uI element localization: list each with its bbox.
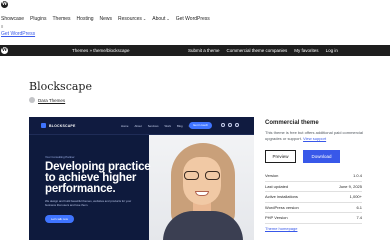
- meta-label: Version: [265, 173, 279, 179]
- theme-sidebar: Commercial theme This theme is free but …: [265, 120, 365, 141]
- themes-bar-links: Submit a theme Commercial theme companie…: [188, 48, 338, 53]
- meta-label: Active installations: [265, 194, 298, 200]
- download-button[interactable]: Download: [303, 150, 340, 163]
- submit-theme-link[interactable]: Submit a theme: [188, 48, 220, 53]
- nav-item-get-wordpress[interactable]: Get WordPress: [176, 16, 210, 22]
- meta-row-wordpress-version: WordPress version 6.1: [265, 203, 362, 213]
- chevron-down-icon: ⌄: [166, 16, 170, 21]
- menu-icon[interactable]: ≡: [1, 25, 6, 29]
- preview-menu: Home About Services Work Blog Contact: [121, 124, 198, 128]
- preview-menu-item: Blog: [177, 124, 183, 128]
- meta-value: 6.1: [356, 204, 362, 210]
- preview-button[interactable]: Preview: [265, 150, 296, 163]
- breadcrumb[interactable]: Themes » theme/blockscape: [72, 48, 130, 53]
- preview-tagline: Your Consulting Partner: [45, 155, 75, 159]
- preview-brand-text: BLOCKSCAPE: [49, 123, 76, 128]
- preview-cta-button: Let's talk now: [45, 215, 74, 223]
- wordpress-logo-icon[interactable]: W: [1, 1, 8, 8]
- preview-top-button: Get in touch: [189, 122, 213, 129]
- nav-item-resources[interactable]: Resources⌄: [118, 16, 146, 22]
- meta-row-php-version: PHP Version 7.4: [265, 213, 362, 224]
- meta-label: PHP Version: [265, 215, 288, 221]
- wordpress-logo-letter: W: [1, 1, 8, 7]
- chevron-down-icon: ⌄: [142, 16, 147, 21]
- meta-value: 1,000+: [349, 194, 362, 200]
- page-title: Blockscape: [29, 80, 92, 93]
- preview-social-icons: [221, 123, 239, 127]
- preview-menu-item: Home: [121, 124, 129, 128]
- preview-brand: BLOCKSCAPE: [41, 123, 76, 128]
- main-nav: Showcase Plugins Themes Hosting News Res…: [1, 16, 210, 22]
- nav-label: News: [99, 16, 113, 22]
- theme-meta: Version 1.0.4 Last updated June 9, 2025 Ac…: [265, 171, 362, 224]
- preview-subtext: We design and build beautiful themes, we…: [45, 199, 132, 207]
- preview-header: BLOCKSCAPE Home About Services Work Blog…: [29, 117, 254, 135]
- nav-item-hosting[interactable]: Hosting: [77, 16, 94, 22]
- nav-item-themes[interactable]: Themes: [52, 16, 70, 22]
- author-row: Dara Themes: [29, 97, 65, 103]
- nav-item-showcase[interactable]: Showcase: [1, 16, 24, 22]
- nav-label: Resources: [118, 16, 142, 22]
- nav-label: Hosting: [76, 16, 94, 22]
- wordpress-logo-icon[interactable]: W: [1, 47, 8, 54]
- get-wordpress-link[interactable]: Get WordPress: [1, 31, 35, 37]
- nav-label: Themes: [52, 16, 71, 22]
- nav-label: About: [152, 16, 166, 22]
- photo-face: [183, 157, 221, 205]
- wordpress-logo-letter: W: [1, 47, 8, 53]
- meta-value: 1.0.4: [353, 173, 362, 179]
- meta-value: June 9, 2025: [338, 183, 362, 189]
- nav-label: Get WordPress: [175, 16, 210, 22]
- my-favorites-link[interactable]: My favorites: [294, 48, 318, 53]
- commercial-theme-heading: Commercial theme: [265, 120, 319, 126]
- author-link[interactable]: Dara Themes: [38, 98, 65, 103]
- avatar: [29, 97, 35, 103]
- social-icon: [235, 123, 239, 127]
- preview-menu-item: Services: [147, 124, 159, 128]
- nav-label: Showcase: [1, 16, 25, 22]
- meta-label: WordPress version: [265, 204, 299, 210]
- themes-bar: W Themes » theme/blockscape Submit a the…: [0, 45, 390, 56]
- meta-row-version: Version 1.0.4: [265, 171, 362, 182]
- nav-item-news[interactable]: News: [100, 16, 113, 22]
- nav-label: Plugins: [30, 16, 47, 22]
- theme-homepage-link[interactable]: Theme homepage: [265, 226, 297, 231]
- view-support-link[interactable]: View support: [303, 136, 326, 141]
- nav-item-plugins[interactable]: Plugins: [30, 16, 46, 22]
- preview-hero-photo: [149, 135, 254, 240]
- commercial-companies-link[interactable]: Commercial theme companies: [227, 48, 288, 53]
- preview-menu-item: Work: [164, 124, 171, 128]
- meta-row-active-installations: Active installations 1,000+: [265, 192, 362, 203]
- meta-label: Last updated: [265, 183, 289, 189]
- nav-item-about[interactable]: About⌄: [152, 16, 169, 22]
- social-icon: [228, 123, 232, 127]
- theme-actions: Preview Download: [265, 150, 340, 163]
- social-icon: [221, 123, 225, 127]
- commercial-note: This theme is free but offers additional…: [265, 130, 365, 141]
- preview-menu-item: About: [134, 124, 142, 128]
- meta-value: 7.4: [356, 215, 362, 221]
- log-in-link[interactable]: Log in: [326, 48, 338, 53]
- theme-screenshot: BLOCKSCAPE Home About Services Work Blog…: [29, 117, 254, 240]
- meta-row-last-updated: Last updated June 9, 2025: [265, 182, 362, 192]
- brand-mark-icon: [41, 123, 46, 128]
- glasses-icon: [184, 171, 220, 181]
- preview-headline: Developing practice to achieve higher pe…: [45, 161, 151, 195]
